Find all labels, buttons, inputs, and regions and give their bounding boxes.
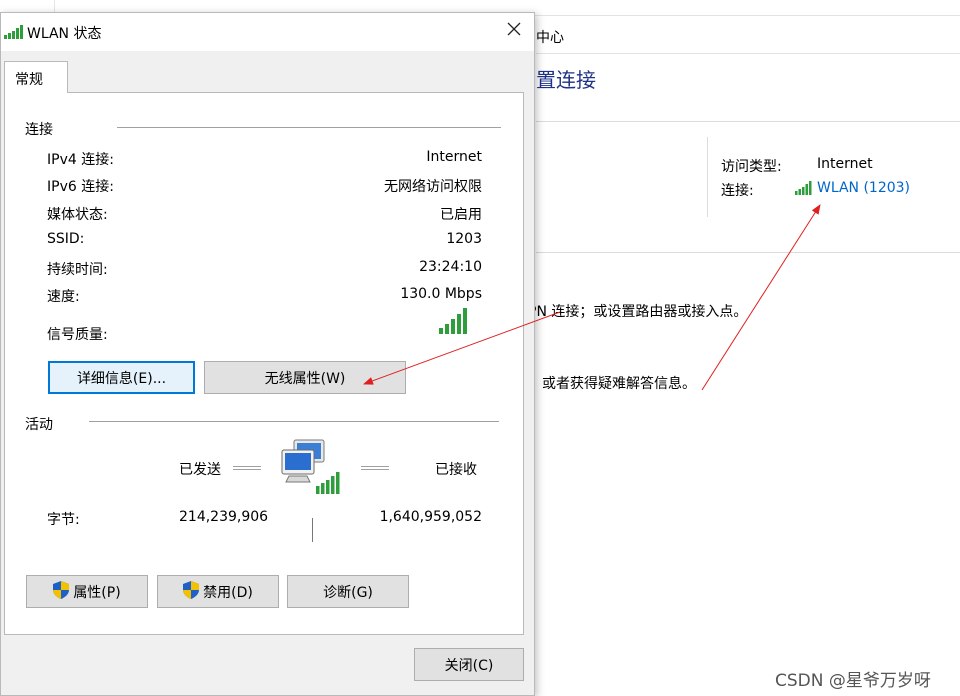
signal-quality-label: 信号质量: (47, 327, 108, 343)
activity-group-line (89, 421, 499, 422)
connection-group-line (117, 127, 501, 128)
watermark: CSDN @星爷万岁呀 (775, 671, 931, 691)
ssid-label: SSID: (47, 231, 85, 247)
bytes-sent-value: 214,239,906 (179, 509, 269, 525)
bytes-received-value: 1,640,959,052 (379, 509, 482, 525)
activity-group-label: 活动 (25, 417, 53, 433)
received-label: 已接收 (435, 462, 477, 478)
dialog-title: WLAN 状态 (27, 26, 102, 42)
sent-label: 已发送 (179, 462, 221, 478)
disable-button-label: 禁用(D) (203, 584, 253, 601)
diagnose-button[interactable]: 诊断(G) (287, 575, 409, 608)
ssid-value: 1203 (446, 231, 482, 247)
ipv6-label: IPv6 连接: (47, 179, 114, 195)
close-icon[interactable] (498, 17, 530, 47)
sent-dash (233, 466, 261, 470)
duration-label: 持续时间: (47, 262, 108, 278)
media-state-label: 媒体状态: (47, 207, 108, 223)
speed-value: 130.0 Mbps (400, 286, 482, 302)
speed-label: 速度: (47, 289, 80, 305)
background-vertical-divider (707, 137, 708, 217)
background-address-bar (536, 16, 960, 54)
general-tab-panel: 连接 IPv4 连接: Internet IPv6 连接: 无网络访问权限 媒体… (4, 92, 524, 635)
received-dash (361, 466, 389, 470)
duration-value: 23:24:10 (419, 259, 482, 275)
background-divider-2 (536, 252, 960, 253)
shield-icon (53, 580, 70, 603)
background-breadcrumb[interactable]: 中心 (536, 27, 564, 47)
bytes-separator (312, 518, 313, 542)
background-heading: 置连接 (536, 68, 596, 92)
shield-icon (183, 580, 200, 603)
background-setup-text: PN 连接；或设置路由器或接入点。 (528, 304, 748, 320)
background-divider (536, 121, 960, 122)
wireless-properties-button[interactable]: 无线属性(W) (204, 361, 406, 394)
access-type-label: 访问类型: (721, 159, 782, 175)
wifi-signal-icon (4, 25, 24, 43)
close-button[interactable]: 关闭(C) (414, 648, 524, 681)
bytes-label: 字节: (47, 512, 80, 528)
connection-label: 连接: (721, 183, 754, 199)
tab-general[interactable]: 常规 (4, 61, 68, 93)
wlan-status-dialog: WLAN 状态 常规 连接 IPv4 连接: Internet IPv6 连接:… (0, 12, 535, 696)
ipv4-value: Internet (426, 149, 482, 165)
network-computers-icon (280, 438, 344, 500)
dialog-titlebar[interactable]: WLAN 状态 (1, 13, 534, 51)
signal-strength-icon (439, 308, 469, 338)
background-troubleshoot-text: ，或者获得疑难解答信息。 (528, 376, 696, 392)
connection-group-label: 连接 (25, 122, 53, 138)
properties-button-label: 属性(P) (73, 584, 121, 601)
properties-button[interactable]: 属性(P) (26, 575, 148, 608)
ipv6-value: 无网络访问权限 (384, 179, 482, 195)
access-type-value: Internet (817, 156, 873, 172)
wlan-connection-link[interactable]: WLAN (1203) (817, 180, 910, 196)
disable-button[interactable]: 禁用(D) (157, 575, 279, 608)
details-button[interactable]: 详细信息(E)... (48, 361, 195, 394)
wifi-signal-icon (795, 181, 813, 199)
media-state-value: 已启用 (440, 207, 482, 223)
ipv4-label: IPv4 连接: (47, 152, 114, 168)
